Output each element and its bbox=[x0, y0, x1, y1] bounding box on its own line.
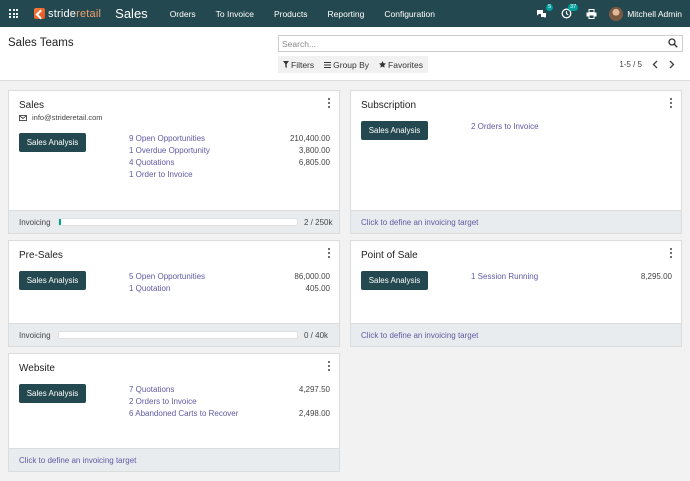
stat-row[interactable]: 9 Open Opportunities 210,400.00 bbox=[129, 134, 330, 146]
stat-row[interactable]: 2 Orders to Invoice bbox=[471, 122, 672, 134]
filters-label: Filters bbox=[291, 59, 315, 70]
invoicing-label: Invoicing bbox=[19, 330, 51, 340]
card-title: Website bbox=[19, 363, 55, 374]
app-title[interactable]: Sales bbox=[115, 6, 148, 21]
team-card-subscription[interactable]: Subscription Sales Analysis 2 Orders to … bbox=[350, 90, 682, 234]
team-card-website[interactable]: Website Sales Analysis 7 Quotations 4,297… bbox=[8, 353, 340, 472]
logo-mark-icon bbox=[34, 8, 45, 19]
sales-analysis-button[interactable]: Sales Analysis bbox=[361, 271, 428, 290]
invoicing-value: 0 / 40k bbox=[304, 330, 329, 340]
search-box bbox=[278, 35, 683, 52]
card-dropdown-icon[interactable] bbox=[327, 248, 331, 258]
filter-icon bbox=[283, 61, 289, 68]
group-by-icon bbox=[324, 61, 332, 68]
team-card-point-of-sale[interactable]: Point of Sale Sales Analysis 1 Session R… bbox=[350, 240, 682, 347]
stat-row[interactable]: 7 Quotations 4,297.50 bbox=[129, 385, 330, 397]
invoicing-value: 2 / 250k bbox=[304, 217, 333, 227]
sales-analysis-button[interactable]: Sales Analysis bbox=[19, 271, 86, 290]
stat-row[interactable]: 1 Session Running 8,295.00 bbox=[471, 272, 672, 284]
card-title: Sales bbox=[19, 100, 45, 111]
define-invoicing-target-link[interactable]: Click to define an invoicing target bbox=[361, 331, 478, 340]
logo-text: strideretail bbox=[48, 7, 102, 20]
favorites-label: Favorites bbox=[388, 59, 424, 70]
user-avatar[interactable] bbox=[609, 6, 624, 21]
card-footer: Click to define an invoicing target bbox=[351, 323, 681, 346]
group-by-button[interactable]: Group By bbox=[319, 56, 374, 73]
stat-row[interactable]: 4 Quotations 6,805.00 bbox=[129, 158, 330, 170]
team-card-sales[interactable]: Sales info@strideretail.com Sales Analys… bbox=[8, 90, 340, 234]
card-footer: Invoicing 0 / 40k bbox=[9, 323, 339, 346]
menu-orders[interactable]: Orders bbox=[160, 9, 206, 19]
card-footer: Click to define an invoicing target bbox=[9, 448, 339, 471]
search-icon[interactable] bbox=[668, 38, 679, 49]
messages-icon[interactable]: 5 bbox=[535, 3, 554, 20]
stat-row[interactable]: 2 Orders to Invoice bbox=[129, 397, 330, 409]
activities-badge: 37 bbox=[568, 3, 579, 11]
group-by-label: Group By bbox=[333, 59, 370, 70]
stat-row[interactable]: 6 Abandoned Carts to Recover 2,498.00 bbox=[129, 409, 330, 421]
sales-analysis-button[interactable]: Sales Analysis bbox=[19, 133, 86, 152]
star-icon bbox=[379, 61, 387, 68]
pager-previous-icon[interactable] bbox=[650, 59, 660, 69]
define-invoicing-target-link[interactable]: Click to define an invoicing target bbox=[19, 456, 136, 465]
invoicing-progress-bar[interactable] bbox=[58, 331, 298, 339]
favorites-button[interactable]: Favorites bbox=[374, 56, 428, 73]
stat-row[interactable]: 1 Order to Invoice bbox=[129, 170, 330, 182]
menu-to-invoice[interactable]: To Invoice bbox=[206, 9, 264, 19]
main-menu: Orders To Invoice Products Reporting Con… bbox=[160, 9, 445, 19]
card-email: info@strideretail.com bbox=[19, 113, 103, 122]
progress-fill bbox=[59, 219, 61, 225]
control-panel: Sales Teams Filters Group By Favorites 1… bbox=[0, 27, 690, 81]
company-logo[interactable]: strideretail bbox=[34, 8, 101, 20]
breadcrumb: Sales Teams bbox=[8, 37, 74, 49]
card-dropdown-icon[interactable] bbox=[669, 98, 673, 108]
card-title: Point of Sale bbox=[361, 250, 418, 261]
define-invoicing-target-link[interactable]: Click to define an invoicing target bbox=[361, 218, 478, 227]
stat-row[interactable]: 1 Overdue Opportunity 3,800.00 bbox=[129, 146, 330, 158]
card-dropdown-icon[interactable] bbox=[327, 361, 331, 371]
filters-button[interactable]: Filters bbox=[278, 56, 319, 73]
team-card-pre-sales[interactable]: Pre-Sales Sales Analysis 5 Open Opportun… bbox=[8, 240, 340, 347]
card-dropdown-icon[interactable] bbox=[327, 98, 331, 108]
search-options: Filters Group By Favorites bbox=[278, 56, 429, 73]
envelope-icon bbox=[19, 114, 27, 121]
navbar-systray: 5 37 Mitchell Admin bbox=[522, 0, 682, 27]
search-input[interactable] bbox=[279, 36, 659, 51]
activities-clock-icon[interactable]: 37 bbox=[560, 3, 579, 20]
menu-reporting[interactable]: Reporting bbox=[318, 9, 375, 19]
messages-badge: 5 bbox=[546, 3, 554, 11]
sales-analysis-button[interactable]: Sales Analysis bbox=[19, 384, 86, 403]
apps-menu-icon[interactable] bbox=[9, 9, 18, 18]
top-navbar: strideretail Sales Orders To Invoice Pro… bbox=[0, 0, 690, 27]
menu-configuration[interactable]: Configuration bbox=[374, 9, 445, 19]
card-dropdown-icon[interactable] bbox=[669, 248, 673, 258]
user-name[interactable]: Mitchell Admin bbox=[627, 9, 682, 19]
card-footer: Invoicing 2 / 250k bbox=[9, 210, 339, 233]
card-footer: Click to define an invoicing target bbox=[351, 210, 681, 233]
pager-value[interactable]: 1-5 / 5 bbox=[619, 60, 642, 69]
printer-icon[interactable] bbox=[585, 8, 597, 20]
menu-products[interactable]: Products bbox=[264, 9, 318, 19]
sales-analysis-button[interactable]: Sales Analysis bbox=[361, 121, 428, 140]
card-title: Subscription bbox=[361, 100, 417, 111]
pager-next-icon[interactable] bbox=[667, 59, 677, 69]
invoicing-progress-bar[interactable] bbox=[58, 218, 298, 226]
invoicing-label: Invoicing bbox=[19, 217, 51, 227]
stat-row[interactable]: 1 Quotation 405.00 bbox=[129, 284, 330, 296]
stat-row[interactable]: 5 Open Opportunities 86,000.00 bbox=[129, 272, 330, 284]
card-title: Pre-Sales bbox=[19, 250, 63, 261]
